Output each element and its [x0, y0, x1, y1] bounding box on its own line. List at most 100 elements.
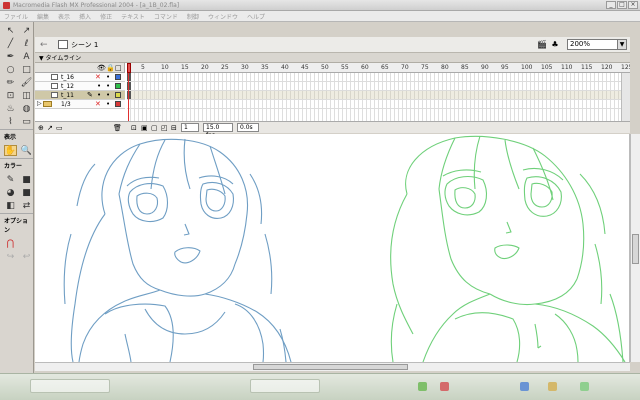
- layer-row-folder[interactable]: ▷ 1/3 ✕ •: [35, 100, 125, 109]
- hidden-x-icon[interactable]: ✕: [95, 100, 101, 108]
- layer-icon: [51, 83, 58, 89]
- minimize-button[interactable]: _: [606, 1, 616, 9]
- subselect-tool-icon[interactable]: ↗: [20, 25, 33, 36]
- stage-drawing[interactable]: [35, 134, 630, 362]
- tray-app-icon[interactable]: [418, 382, 427, 391]
- outline-icon[interactable]: □: [115, 64, 122, 72]
- taskbar-item[interactable]: [30, 379, 110, 393]
- tray-app-icon[interactable]: [548, 382, 557, 391]
- hand-tool-icon[interactable]: ✋: [4, 145, 17, 156]
- free-transform-tool-icon[interactable]: ⊡: [4, 90, 17, 101]
- scroll-thumb[interactable]: [253, 364, 408, 370]
- line-tool-icon[interactable]: ╱: [4, 38, 17, 49]
- menu-insert[interactable]: 挿入: [79, 12, 91, 21]
- onion-skin-icon[interactable]: ▣: [141, 124, 148, 132]
- outline-color-icon[interactable]: [115, 101, 121, 107]
- add-guide-icon[interactable]: ↗: [47, 124, 53, 132]
- stroke-swatch-icon[interactable]: ■: [20, 174, 33, 185]
- rectangle-tool-icon[interactable]: □: [20, 64, 33, 75]
- scene-label: シーン 1: [71, 40, 99, 49]
- fill-color-icon[interactable]: ◕: [4, 187, 17, 198]
- lock-dot-icon[interactable]: •: [106, 73, 110, 81]
- frame-number: 120: [601, 64, 613, 71]
- stage-canvas[interactable]: [35, 134, 630, 362]
- menu-window[interactable]: ウィンドウ: [208, 12, 238, 21]
- lock-icon[interactable]: 🔒: [106, 64, 115, 72]
- back-arrow-icon[interactable]: ←: [40, 40, 50, 50]
- paint-bucket-tool-icon[interactable]: ◍: [20, 103, 33, 114]
- layer-row-t16[interactable]: t_16 ✕ •: [35, 73, 125, 82]
- tray-app-icon[interactable]: [580, 382, 589, 391]
- trash-icon[interactable]: 🗑: [113, 124, 122, 132]
- stroke-color-icon[interactable]: ✎: [4, 174, 17, 185]
- straighten-icon[interactable]: ↩: [20, 251, 33, 262]
- menu-edit[interactable]: 編集: [37, 12, 49, 21]
- edit-scene-icon[interactable]: 🎬: [537, 40, 547, 49]
- outline-color-icon[interactable]: [115, 83, 121, 89]
- timeline: 👁 🔒 □ 5 10 15 20 25 30 35 40 45 50 55 60 65 70 75 80 85 9…: [35, 63, 630, 139]
- swap-colors-icon[interactable]: ⇄: [20, 200, 33, 211]
- menu-modify[interactable]: 修正: [100, 12, 112, 21]
- outline-color-icon[interactable]: [115, 74, 121, 80]
- timeline-panel-header[interactable]: ▼ タイムライン: [35, 53, 630, 63]
- zoom-tool-icon[interactable]: 🔍: [20, 145, 33, 156]
- timeline-scrollbar[interactable]: [621, 73, 630, 121]
- close-button[interactable]: ×: [628, 1, 638, 9]
- menu-commands[interactable]: コマンド: [154, 12, 178, 21]
- eraser-tool-icon[interactable]: ▭: [20, 116, 33, 127]
- eye-icon[interactable]: 👁: [97, 64, 106, 72]
- tray-app-icon[interactable]: [520, 382, 529, 391]
- hidden-x-icon[interactable]: ✕: [95, 73, 101, 81]
- chevron-right-icon[interactable]: ▷: [37, 100, 42, 107]
- oval-tool-icon[interactable]: ○: [4, 64, 17, 75]
- menu-bar: ファイル 編集 表示 挿入 修正 テキスト コマンド 制御 ウィンドウ ヘルプ: [0, 11, 640, 22]
- layer-row-t11[interactable]: t_11 ✎ • •: [35, 91, 125, 100]
- layer-row-t12[interactable]: t_12 • •: [35, 82, 125, 91]
- text-tool-icon[interactable]: A: [20, 51, 33, 62]
- edit-multiple-icon[interactable]: ◰: [161, 124, 168, 132]
- menu-text[interactable]: テキスト: [121, 12, 145, 21]
- frame-ruler[interactable]: 5 10 15 20 25 30 35 40 45 50 55 60 65 70 75 80 85 90 95 100…: [127, 63, 630, 73]
- onion-outline-icon[interactable]: ▢: [151, 124, 158, 132]
- maximize-button[interactable]: □: [617, 1, 627, 9]
- add-layer-icon[interactable]: ⊕: [38, 124, 44, 132]
- fill-transform-tool-icon[interactable]: ◫: [20, 90, 33, 101]
- visible-dot-icon[interactable]: •: [97, 82, 101, 90]
- frame-row: [127, 91, 630, 100]
- edit-symbol-icon[interactable]: ♣: [550, 40, 560, 49]
- playhead[interactable]: [127, 63, 131, 121]
- menu-file[interactable]: ファイル: [4, 12, 28, 21]
- tray-app-icon[interactable]: [440, 382, 449, 391]
- lock-dot-icon[interactable]: •: [106, 82, 110, 90]
- visible-dot-icon[interactable]: •: [97, 91, 101, 99]
- brush-tool-icon[interactable]: 🖌: [20, 77, 33, 88]
- stage-vertical-scrollbar[interactable]: [630, 134, 640, 362]
- menu-view[interactable]: 表示: [58, 12, 70, 21]
- add-folder-icon[interactable]: ▭: [56, 124, 63, 132]
- snap-magnet-icon[interactable]: ⋂: [4, 238, 17, 249]
- zoom-select[interactable]: 200% ▼: [567, 39, 627, 50]
- lock-dot-icon[interactable]: •: [106, 91, 110, 99]
- taskbar-item[interactable]: [250, 379, 320, 393]
- lock-dot-icon[interactable]: •: [106, 100, 110, 108]
- menu-help[interactable]: ヘルプ: [247, 12, 265, 21]
- black-white-icon[interactable]: ◧: [4, 200, 17, 211]
- scroll-thumb[interactable]: [632, 234, 639, 264]
- chevron-down-icon[interactable]: ▼: [617, 40, 626, 49]
- playhead-handle[interactable]: [127, 63, 131, 73]
- arrow-tool-icon[interactable]: ↖: [4, 25, 17, 36]
- frame-grid[interactable]: [127, 73, 630, 121]
- fill-swatch-icon[interactable]: ■: [20, 187, 33, 198]
- lasso-tool-icon[interactable]: ℓ: [20, 38, 33, 49]
- ink-bottle-tool-icon[interactable]: ♨: [4, 103, 17, 114]
- pencil-tool-icon[interactable]: ✏: [4, 77, 17, 88]
- stage-horizontal-scrollbar[interactable]: [35, 362, 630, 371]
- eyedropper-tool-icon[interactable]: ⌇: [4, 116, 17, 127]
- modify-markers-icon[interactable]: ⊟: [171, 124, 177, 132]
- outline-color-icon[interactable]: [115, 92, 121, 98]
- pen-tool-icon[interactable]: ✒: [4, 51, 17, 62]
- center-frame-icon[interactable]: ⊡: [131, 124, 137, 132]
- fps-field[interactable]: 15.0 fps: [203, 123, 233, 139]
- menu-control[interactable]: 制御: [187, 12, 199, 21]
- smooth-icon[interactable]: ↪: [4, 251, 17, 262]
